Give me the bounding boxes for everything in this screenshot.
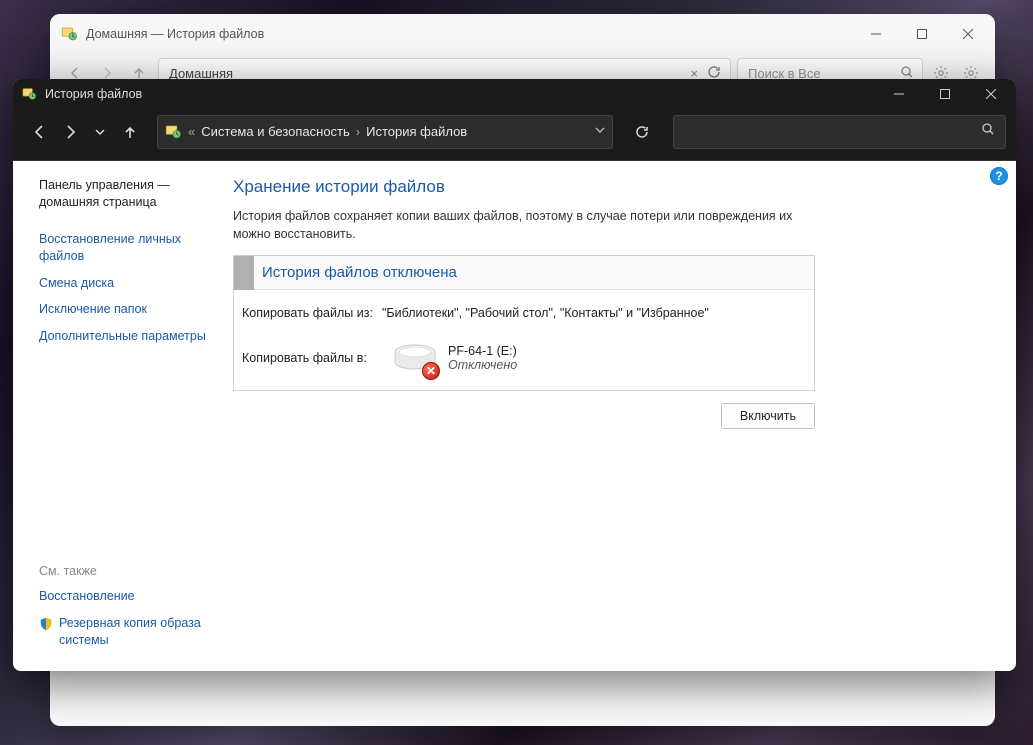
help-icon[interactable]: ? [990,167,1008,185]
minimize-button[interactable] [876,80,922,108]
back-window-title: Домашняя — История файлов [86,27,853,41]
sidebar-link-system-image[interactable]: Резервная копия образа системы [59,615,217,649]
front-window-title: История файлов [45,87,876,101]
chevron-down-icon[interactable] [594,124,606,139]
search-box[interactable] [673,115,1006,149]
back-close-button[interactable] [945,18,991,50]
breadcrumb-separator-icon: › [356,124,360,139]
sidebar-home-link[interactable]: Панель управления — домашняя страница [39,177,217,211]
window-body: ? Панель управления — домашняя страница … [13,161,1016,671]
back-window-controls [853,18,991,50]
status-panel: История файлов отключена Копировать файл… [233,255,815,391]
app-icon [21,86,37,102]
sidebar-link-change-drive[interactable]: Смена диска [39,275,209,292]
status-flag-icon [234,256,254,290]
sidebar-link-exclude-folders[interactable]: Исключение папок [39,301,209,318]
copy-to-row: Копировать файлы в: ✕ [242,340,806,376]
nav-recent-dropdown[interactable] [87,119,113,145]
close-button[interactable] [968,80,1014,108]
back-maximize-button[interactable] [899,18,945,50]
back-minimize-button[interactable] [853,18,899,50]
nav-back-button[interactable] [27,119,53,145]
action-row: Включить [233,403,815,429]
breadcrumb-prefix: « [188,124,195,139]
page-heading: Хранение истории файлов [233,177,992,197]
search-icon [981,122,995,141]
copy-from-value: "Библиотеки", "Рабочий стол", "Контакты"… [382,306,806,320]
sidebar-link-recovery[interactable]: Восстановление [39,588,209,605]
nav-forward-button[interactable] [57,119,83,145]
copy-from-row: Копировать файлы из: "Библиотеки", "Рабо… [242,306,806,320]
status-title: История файлов отключена [262,264,457,281]
app-icon [164,123,182,141]
sidebar: Панель управления — домашняя страница Во… [13,161,223,671]
shield-icon [39,617,53,631]
drive-state: Отключено [448,358,517,372]
address-bar[interactable]: « Система и безопасность › История файло… [157,115,613,149]
nav-up-button[interactable] [117,119,143,145]
copy-from-label: Копировать файлы из: [242,306,382,320]
breadcrumb-part-1[interactable]: Система и безопасность [201,124,350,139]
drive-icon: ✕ [392,340,438,376]
status-header: История файлов отключена [234,256,814,290]
back-titlebar: Домашняя — История файлов [50,14,995,54]
sidebar-see-also-header: См. также [39,564,217,578]
copy-to-label: Копировать файлы в: [242,351,382,365]
foreground-window: История файлов « Система и безопасность … [13,79,1016,671]
drive-name: PF-64-1 (E:) [448,344,517,358]
enable-button[interactable]: Включить [721,403,815,429]
content-area: Хранение истории файлов История файлов с… [223,161,1016,671]
front-toolbar: « Система и безопасность › История файло… [13,109,1016,161]
maximize-button[interactable] [922,80,968,108]
sidebar-link-advanced[interactable]: Дополнительные параметры [39,328,209,345]
error-badge-icon: ✕ [422,362,440,380]
front-titlebar: История файлов [13,79,1016,109]
breadcrumb-part-2[interactable]: История файлов [366,124,467,139]
page-description: История файлов сохраняет копии ваших фай… [233,207,823,243]
sidebar-link-restore-personal[interactable]: Восстановление личных файлов [39,231,209,265]
app-icon [60,25,78,43]
refresh-button[interactable] [625,115,659,149]
